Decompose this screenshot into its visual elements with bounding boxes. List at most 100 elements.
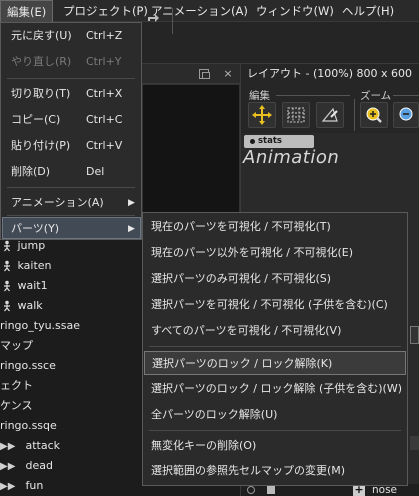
transform-tool-button[interactable] — [316, 102, 344, 128]
play-icon: ▶▶ — [0, 481, 16, 492]
tree-item[interactable]: kaiten — [0, 256, 52, 276]
project-panel-close-icon[interactable]: × — [221, 66, 235, 82]
tree-item-label: ringo.ssqe — [0, 419, 57, 432]
submenu-item-lock-selected-children[interactable]: 選択パーツのロック / ロック解除 (子供を含む)(W) — [144, 377, 406, 401]
zoom-group-line — [393, 95, 419, 96]
menu-item-cut[interactable]: 切り取り(T) Ctrl+X — [2, 83, 141, 105]
tree-item-label: ringo.ssce — [0, 359, 56, 372]
tree-item[interactable]: ▶▶ attack — [0, 436, 60, 456]
menu-item-delete[interactable]: 削除(D) Del — [2, 161, 141, 183]
person-icon — [0, 237, 14, 257]
lock-icon[interactable] — [267, 486, 275, 494]
animation-title-text: Animation — [243, 147, 340, 168]
tree-item-label: kaiten — [17, 259, 52, 272]
submenu-item-toggle-current[interactable]: 現在のパーツを可視化 / 不可視化(T) — [144, 215, 406, 239]
tree-item-label: ケンス — [0, 399, 33, 412]
tree-item-label: attack — [25, 439, 61, 452]
menu-separator — [149, 346, 401, 347]
float-window-icon[interactable] — [199, 69, 210, 79]
menu-item-label: 貼り付け(P) — [11, 139, 71, 152]
submenu-arrow-icon: ▶ — [128, 198, 135, 208]
menu-item-shortcut: Del — [86, 165, 105, 178]
tree-item[interactable]: ringo.ssce — [0, 356, 56, 376]
menu-item-label: 元に戻す(U) — [11, 29, 72, 42]
person-icon — [0, 277, 14, 297]
menu-window[interactable]: ウィンドウ(W) — [250, 0, 340, 22]
submenu-item-toggle-others[interactable]: 現在のパーツ以外を可視化 / 不可視化(E) — [144, 241, 406, 265]
grid-select-tool-button[interactable] — [282, 102, 310, 128]
tree-item[interactable]: ▶▶ dead — [0, 456, 53, 476]
tree-item-label: walk — [17, 299, 43, 312]
tree-item-label: fun — [25, 479, 44, 492]
person-icon — [0, 297, 14, 317]
tree-item[interactable]: wait1 — [0, 276, 48, 296]
zoom-in-button[interactable] — [360, 102, 388, 128]
transform-arrow-icon — [321, 107, 338, 122]
menu-item-parts[interactable]: パーツ(Y) ▶ — [2, 217, 141, 239]
edit-group-label: 編集 — [249, 90, 270, 102]
toolbar-divider — [172, 8, 173, 34]
submenu-item-delete-static-keys[interactable]: 無変化キーの削除(O) — [144, 434, 406, 458]
edit-menu: 元に戻す(U) Ctrl+Z やり直し(R) Ctrl+Y 切り取り(T) Ct… — [0, 22, 142, 240]
tree-item[interactable]: ▶▶ fun — [0, 476, 43, 496]
zoom-in-icon — [366, 107, 382, 123]
menu-project[interactable]: プロジェクト(P) — [57, 0, 154, 22]
panel-edge-control[interactable] — [410, 326, 419, 344]
menu-item-shortcut: Ctrl+X — [86, 87, 123, 100]
tree-item-label: dead — [25, 459, 53, 472]
menu-bar: 編集(E) プロジェクト(P) アニメーション(A) ウィンドウ(W) ヘルプ(… — [0, 0, 419, 22]
tree-item-label: jump — [17, 239, 46, 252]
menu-separator — [7, 187, 135, 188]
menu-item-paste[interactable]: 貼り付け(P) Ctrl+V — [2, 135, 141, 157]
menu-separator — [149, 430, 401, 431]
submenu-arrow-icon: ▶ — [128, 224, 135, 234]
zoom-out-button[interactable] — [393, 102, 419, 128]
menu-item-label: コピー(C) — [11, 113, 61, 126]
edit-group-line — [276, 95, 350, 96]
menu-separator — [7, 215, 135, 216]
parts-submenu: 現在のパーツを可視化 / 不可視化(T) 現在のパーツ以外を可視化 / 不可視化… — [142, 212, 408, 486]
tree-item[interactable]: ringo.ssqe — [0, 416, 57, 436]
menu-help[interactable]: ヘルプ(H) — [336, 0, 400, 22]
menu-item-label: 削除(D) — [11, 165, 51, 178]
submenu-item-toggle-selected-children[interactable]: 選択パーツを可視化 / 不可視化 (子供を含む)(C) — [144, 293, 406, 317]
submenu-item-unlock-all[interactable]: 全パーツのロック解除(U) — [144, 403, 406, 427]
tree-item[interactable]: ェクト — [0, 376, 33, 396]
play-icon: ▶▶ — [0, 461, 16, 472]
submenu-item-toggle-all[interactable]: すべてのパーツを可視化 / 不可視化(V) — [144, 319, 406, 343]
menu-edit[interactable]: 編集(E) — [0, 0, 53, 22]
stats-dot-icon — [250, 139, 255, 144]
scrollbar[interactable] — [410, 436, 419, 450]
menu-item-shortcut: Ctrl+Y — [86, 55, 122, 68]
menu-animation[interactable]: アニメーション(A) — [145, 0, 254, 22]
submenu-item-change-cellmap[interactable]: 選択範囲の参照先セルマップの変更(M) — [144, 459, 406, 483]
visibility-eye-icon[interactable] — [247, 486, 255, 494]
menu-item-shortcut: Ctrl+Z — [86, 29, 123, 42]
tree-item[interactable]: ケンス — [0, 396, 32, 416]
menu-item-shortcut: Ctrl+V — [86, 139, 123, 152]
toolbar-divider — [354, 99, 355, 131]
menu-item-label: アニメーション(A) — [11, 196, 104, 209]
menu-item-animation[interactable]: アニメーション(A) ▶ — [2, 192, 141, 214]
tree-item[interactable]: マップ — [0, 336, 33, 356]
menu-item-undo[interactable]: 元に戻す(U) Ctrl+Z — [2, 25, 141, 47]
tree-item-label: ringo_tyu.ssae — [0, 319, 81, 332]
redo-arrow-icon[interactable] — [146, 11, 160, 25]
menu-item-label: 切り取り(T) — [11, 87, 71, 100]
menu-item-redo: やり直し(R) Ctrl+Y — [2, 51, 141, 73]
menu-separator — [7, 78, 135, 79]
menu-item-copy[interactable]: コピー(C) Ctrl+C — [2, 109, 141, 131]
menu-item-shortcut: Ctrl+C — [86, 113, 123, 126]
tree-item[interactable]: walk — [0, 296, 43, 316]
play-icon: ▶▶ — [0, 441, 16, 452]
submenu-item-lock-selected[interactable]: 選択パーツのロック / ロック解除(K) — [144, 351, 406, 375]
menu-item-label: やり直し(R) — [11, 55, 72, 68]
submenu-item-toggle-selected-only[interactable]: 選択パーツのみ可視化 / 不可視化(S) — [144, 267, 406, 291]
tree-item[interactable]: ringo_tyu.ssae — [0, 316, 80, 336]
menu-item-label: パーツ(Y) — [11, 222, 60, 235]
project-panel-view — [142, 84, 240, 214]
tree-item-label: マップ — [0, 339, 33, 352]
zoom-out-icon — [399, 107, 413, 121]
tree-item-label: wait1 — [17, 279, 48, 292]
move-tool-button[interactable] — [248, 102, 276, 128]
